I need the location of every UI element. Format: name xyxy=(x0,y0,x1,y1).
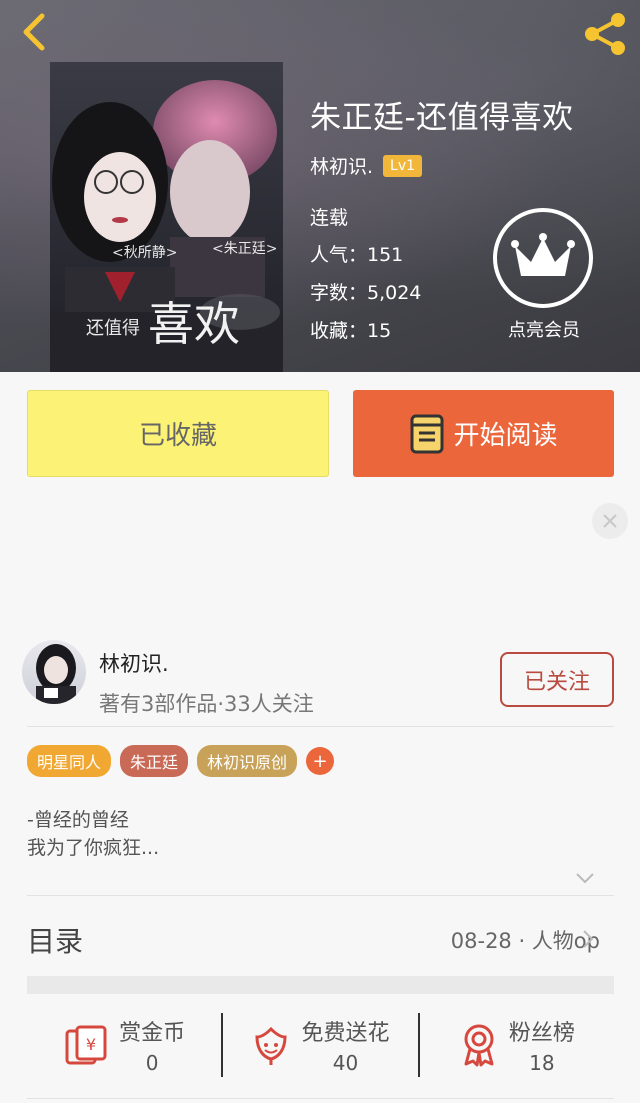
tag-item[interactable]: 明星同人 xyxy=(27,745,112,777)
stat-value: 40 xyxy=(332,1051,359,1075)
author-avatar[interactable] xyxy=(22,640,86,704)
add-tag-button[interactable]: + xyxy=(306,747,335,775)
follow-button[interactable]: 已关注 xyxy=(500,652,614,707)
serial-status: 连载 xyxy=(310,207,349,229)
chevron-left-icon xyxy=(23,13,45,51)
back-button[interactable] xyxy=(14,10,58,54)
description-line: -曾经的曾经 xyxy=(27,809,129,831)
divider xyxy=(27,1098,614,1099)
divider xyxy=(27,726,614,727)
cover-title-small: 还值得 xyxy=(86,318,140,339)
reward-coins-button[interactable]: ¥ 赏金币 0 xyxy=(27,1010,221,1080)
chevron-down-icon xyxy=(576,873,594,884)
cover-name-right: <朱正廷> xyxy=(212,241,278,257)
favorited-button[interactable]: 已收藏 xyxy=(27,390,329,477)
tag-item[interactable]: 林初识原创 xyxy=(197,745,298,777)
book-header: <秋所静> <朱正廷> 还值得 喜欢 朱正廷-还值得喜欢 林初识. Lv1 连载… xyxy=(0,0,640,372)
free-flowers-button[interactable]: 免费送花 40 xyxy=(223,1010,417,1080)
vip-circle xyxy=(493,208,593,308)
crown-icon xyxy=(511,233,575,276)
author-card-name[interactable]: 林初识. xyxy=(99,648,169,678)
favorited-label: 已收藏 xyxy=(138,421,217,451)
divider xyxy=(27,895,614,896)
close-icon xyxy=(603,514,617,528)
author-name[interactable]: 林初识. xyxy=(310,152,373,179)
book-detail-page: <秋所静> <朱正廷> 还值得 喜欢 朱正廷-还值得喜欢 林初识. Lv1 连载… xyxy=(0,0,640,1103)
description-line: 我为了你疯狂... xyxy=(27,837,160,859)
expand-description-button[interactable] xyxy=(574,868,596,888)
fan-ranking-button[interactable]: 粉丝榜 18 xyxy=(420,1010,614,1080)
toc-label[interactable]: 目录 xyxy=(27,920,83,960)
stat-value: 0 xyxy=(145,1051,159,1075)
flower-icon xyxy=(255,1026,287,1065)
svg-text:¥: ¥ xyxy=(86,1035,96,1054)
follow-label: 已关注 xyxy=(523,669,590,695)
close-button[interactable] xyxy=(592,503,628,539)
author-line: 林初识. Lv1 xyxy=(310,152,423,179)
share-icon xyxy=(585,13,625,55)
popularity-count: 人气：151 xyxy=(310,244,404,266)
avatar-image xyxy=(36,644,76,704)
stat-label: 粉丝榜 xyxy=(508,1021,575,1046)
start-reading-label: 开始阅读 xyxy=(453,421,558,451)
section-separator xyxy=(27,976,614,994)
vip-button[interactable]: 点亮会员 xyxy=(493,208,595,342)
favorites-count: 收藏：15 xyxy=(310,320,392,342)
vip-label: 点亮会员 xyxy=(508,320,580,341)
red-envelope-icon: ¥ xyxy=(65,1025,107,1065)
stat-label: 赏金币 xyxy=(119,1021,186,1046)
level-badge: Lv1 xyxy=(383,154,423,177)
author-card-summary: 著有3部作品·33人关注 xyxy=(99,692,314,716)
medal-icon xyxy=(464,1024,494,1067)
word-count: 字数：5,024 xyxy=(310,282,422,304)
tag-list: 明星同人 朱正廷 林初识原创 + xyxy=(27,745,335,777)
share-button[interactable] xyxy=(580,12,630,56)
book-description: -曾经的曾经 我为了你疯狂... xyxy=(27,806,159,862)
book-cover[interactable]: <秋所静> <朱正廷> 还值得 喜欢 xyxy=(50,62,283,372)
stats-bar: ¥ 赏金币 0 免费送花 40 粉丝榜 18 xyxy=(27,1010,614,1080)
latest-chapter-link[interactable]: 08-28 · 人物op xyxy=(451,925,600,955)
tag-item[interactable]: 朱正廷 xyxy=(120,745,189,777)
chevron-right-icon xyxy=(583,930,594,948)
cover-title-big: 喜欢 xyxy=(148,297,240,351)
stat-label: 免费送花 xyxy=(301,1021,390,1046)
start-reading-button[interactable]: 开始阅读 xyxy=(353,390,614,477)
stat-value: 18 xyxy=(529,1051,555,1075)
book-title: 朱正廷-还值得喜欢 xyxy=(310,100,574,136)
cover-name-left: <秋所静> xyxy=(112,245,178,261)
book-icon xyxy=(410,414,444,453)
